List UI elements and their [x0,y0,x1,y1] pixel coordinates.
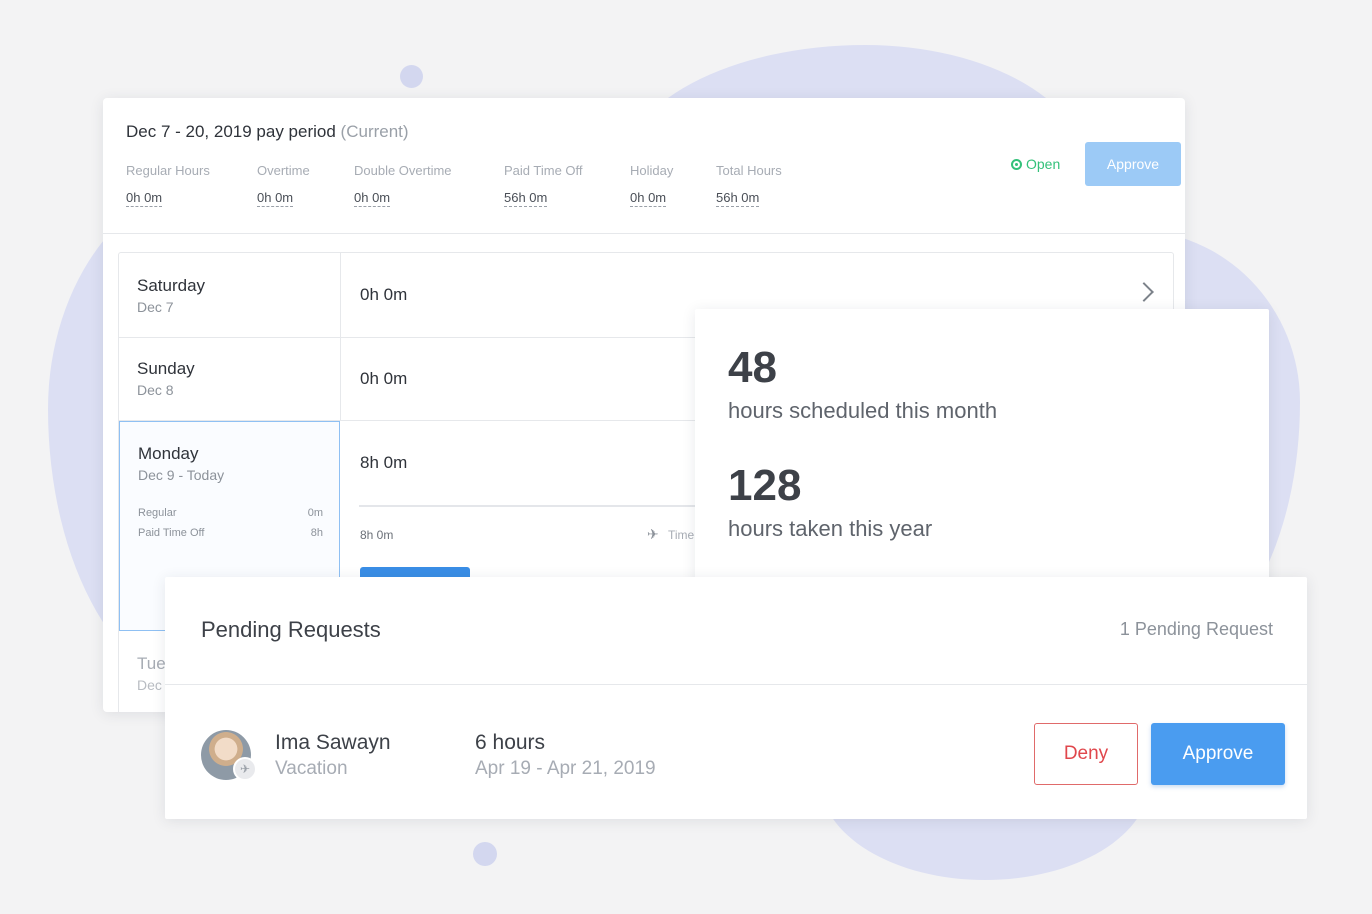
approve-button[interactable]: Approve [1151,723,1285,785]
airplane-icon: ✈ [647,526,659,542]
decor-dot [473,842,497,866]
stat-label: Total Hours [716,163,782,178]
pending-requests-count: 1 Pending Request [1119,619,1273,639]
stat-value[interactable]: 0h 0m [630,190,667,207]
pay-period-range: Dec 7 - 20, 2019 pay period [126,122,336,141]
stat-value[interactable]: 0h 0m [354,190,391,207]
day-date: Dec [137,677,162,693]
entry-type: Time [668,528,695,542]
entry-hours: 8h 0m [360,528,394,542]
status-label: Open [1026,156,1061,172]
stat-label: Holiday [630,163,674,178]
hours-summary-card: 48 hours scheduled this month 128 hours … [695,309,1269,599]
day-hours: 0h 0m [360,285,408,304]
hours-scheduled-caption: hours scheduled this month [728,398,998,423]
request-dates: Apr 19 - Apr 21, 2019 [475,758,656,779]
stat-double-overtime: Double Overtime 0h 0m [354,163,452,207]
day-date: Dec 9 - Today [138,467,225,483]
day-name: Saturday [137,276,206,295]
entry-divider [359,505,719,507]
stat-label: Double Overtime [354,163,452,178]
day-date: Dec 8 [137,382,174,398]
day-hours: 0h 0m [360,369,408,388]
day-cell: Sunday Dec 8 [119,338,341,420]
breakdown-label: Regular [138,507,177,519]
divider [103,233,1185,234]
stat-label: Regular Hours [126,163,210,178]
stat-regular-hours: Regular Hours 0h 0m [126,163,210,207]
breakdown-value: 0m [307,507,323,519]
open-status-icon [1011,158,1022,170]
status-badge: Open [1011,156,1060,172]
stat-overtime: Overtime 0h 0m [257,163,310,207]
divider [165,684,1307,685]
day-date: Dec 7 [137,299,174,315]
day-name: Tue [137,654,166,673]
breakdown-label: Paid Time Off [138,527,205,539]
hours-taken-caption: hours taken this year [728,516,933,541]
pending-requests-title: Pending Requests [201,617,381,642]
hours-taken-value: 128 [728,461,802,510]
day-name: Monday [138,444,199,463]
hours-scheduled-value: 48 [728,343,777,392]
pay-period-current-tag: (Current) [340,122,409,141]
day-cell: Saturday Dec 7 [119,253,341,337]
stat-total-hours: Total Hours 56h 0m [716,163,782,207]
request-type: Vacation [275,758,348,779]
day-name: Sunday [137,359,195,378]
stat-paid-time-off: Paid Time Off 56h 0m [504,163,583,207]
stat-label: Overtime [257,163,310,178]
stat-value[interactable]: 56h 0m [504,190,548,207]
airplane-icon: ✈ [233,757,257,781]
stat-holiday: Holiday 0h 0m [630,163,673,207]
decor-dot [400,65,423,88]
requester-name: Ima Sawayn [275,731,391,754]
stat-value[interactable]: 56h 0m [716,190,760,207]
request-hours: 6 hours [475,731,546,754]
breakdown-value: 8h [310,527,323,539]
stat-label: Paid Time Off [504,163,583,178]
pay-period-title: Dec 7 - 20, 2019 pay period (Current) [126,122,409,142]
approve-pay-period-button[interactable]: Approve [1085,142,1181,186]
stat-value[interactable]: 0h 0m [257,190,294,207]
day-hours: 8h 0m [360,453,408,472]
chevron-right-icon[interactable] [1134,282,1154,302]
pending-requests-card: Pending Requests 1 Pending Request ✈ Ima… [165,577,1307,819]
deny-button[interactable]: Deny [1034,723,1138,785]
stat-value[interactable]: 0h 0m [126,190,163,207]
